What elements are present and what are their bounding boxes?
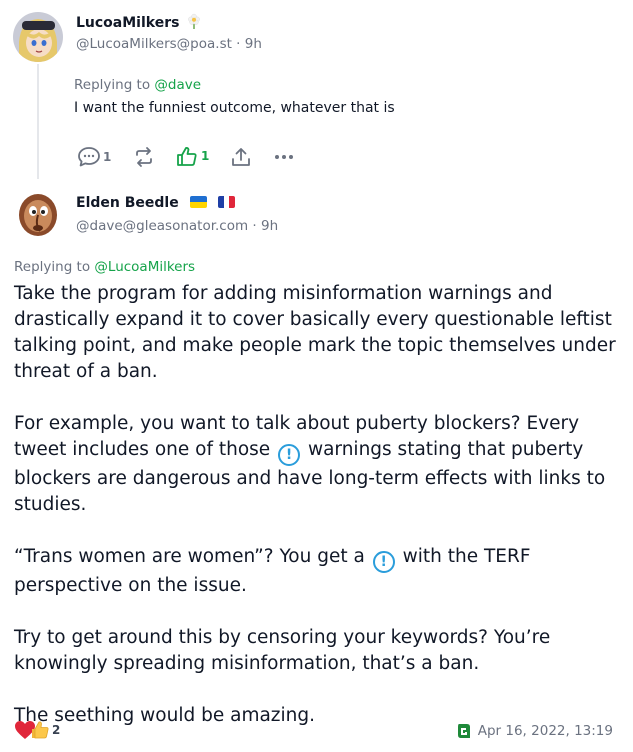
share-button[interactable] — [230, 146, 252, 168]
thumbs-up-emoji-icon — [32, 721, 49, 739]
flower-emoji-icon — [187, 13, 201, 33]
author-name[interactable]: LucoaMilkers — [76, 13, 201, 33]
paragraph: “Trans women are women”? You get a ! wit… — [14, 546, 531, 596]
ukraine-flag-icon — [189, 196, 207, 208]
paragraph: Try to get around this by censoring your… — [14, 627, 551, 674]
mention-link[interactable]: @LucoaMilkers — [94, 259, 195, 275]
author-name[interactable]: Elden Beedle — [76, 195, 236, 211]
beetle-avatar-icon — [13, 189, 63, 239]
misinformation-warning-icon[interactable]: ! — [278, 444, 301, 466]
post-text: I want the funniest outcome, whatever th… — [74, 100, 395, 116]
france-flag-icon — [218, 196, 236, 208]
thread-connector-line — [37, 64, 39, 179]
like-count: 1 — [201, 149, 210, 163]
like-button[interactable]: 1 — [175, 145, 209, 167]
replying-to: Replying to @dave — [74, 77, 202, 93]
paragraph: Take the program for adding misinformati… — [14, 283, 616, 382]
misinformation-warning-icon[interactable]: ! — [372, 551, 395, 573]
repost-button[interactable] — [133, 146, 155, 168]
avatar-elden-beedle[interactable] — [13, 189, 63, 239]
post-date[interactable]: Apr 16, 2022, 13:19 — [457, 723, 613, 739]
mention-link[interactable]: @dave — [154, 77, 201, 93]
more-options-button[interactable] — [272, 148, 296, 166]
paragraph: For example, you want to talk about pube… — [14, 413, 606, 515]
share-icon — [232, 148, 250, 166]
gleasonator-server-icon — [457, 724, 470, 738]
reactions-summary[interactable]: 2 — [14, 720, 60, 740]
author-handle[interactable]: @dave@gleasonator.com · 9h — [76, 218, 278, 234]
thumbs-up-icon — [177, 147, 197, 166]
reply-count: 1 — [103, 150, 112, 164]
avatar-lucoamilkers[interactable] — [13, 12, 63, 62]
reaction-count: 2 — [52, 723, 61, 737]
anime-avatar-icon — [13, 12, 63, 62]
post-body: Take the program for adding misinformati… — [14, 281, 619, 729]
reply-button[interactable]: 1 — [77, 146, 111, 168]
author-handle[interactable]: @LucoaMilkers@poa.st · 9h — [76, 36, 262, 52]
repost-icon — [136, 147, 152, 167]
ellipsis-icon — [275, 155, 293, 159]
comment-icon — [78, 147, 100, 167]
replying-to: Replying to @LucoaMilkers — [14, 259, 196, 275]
